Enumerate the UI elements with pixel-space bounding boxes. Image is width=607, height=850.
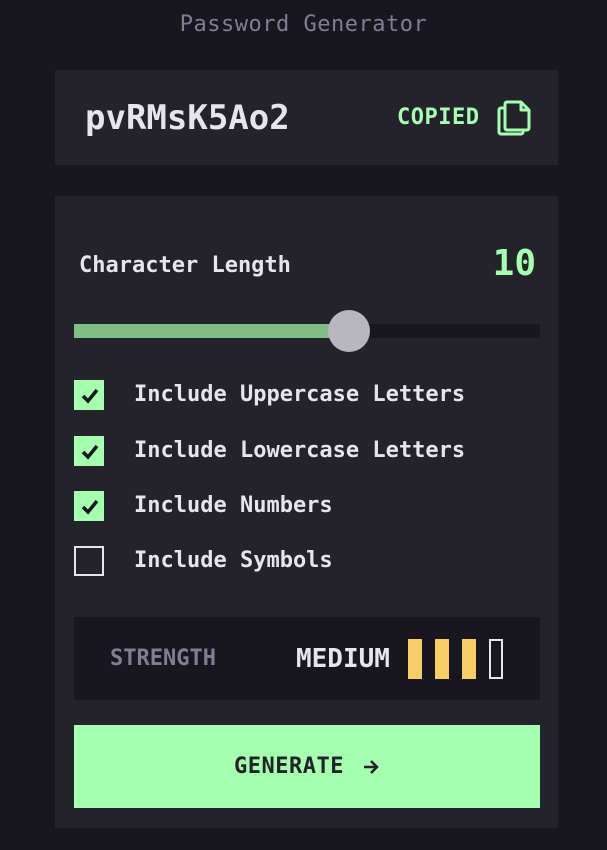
option-numbers[interactable]: Include Numbers bbox=[74, 491, 333, 521]
strength-bar bbox=[435, 639, 449, 679]
check-icon bbox=[81, 499, 99, 515]
strength-bar bbox=[489, 639, 503, 679]
lowercase-checkbox[interactable] bbox=[74, 436, 104, 466]
copied-label: COPIED bbox=[397, 105, 480, 130]
strength-bars bbox=[408, 639, 516, 679]
length-slider-fill bbox=[74, 324, 349, 338]
copy-icon-graphic bbox=[497, 100, 531, 136]
character-length-label: Character Length bbox=[79, 253, 291, 278]
symbols-checkbox[interactable] bbox=[74, 546, 104, 576]
character-length-value: 10 bbox=[492, 243, 536, 284]
strength-value: MEDIUM bbox=[296, 644, 390, 674]
copy-icon[interactable] bbox=[497, 100, 531, 136]
generated-password: pvRMsK5Ao2 bbox=[85, 98, 290, 138]
option-lowercase[interactable]: Include Lowercase Letters bbox=[74, 436, 465, 466]
uppercase-checkbox[interactable] bbox=[74, 380, 104, 410]
page-title: Password Generator bbox=[179, 12, 428, 37]
check-icon bbox=[81, 444, 99, 460]
generator-settings-card: Character Length 10 Include Uppercase Le… bbox=[55, 196, 558, 828]
uppercase-label: Include Uppercase Letters bbox=[134, 382, 466, 407]
strength-bar bbox=[408, 639, 422, 679]
lowercase-label: Include Lowercase Letters bbox=[134, 438, 466, 463]
length-slider-thumb[interactable] bbox=[328, 310, 370, 352]
numbers-label: Include Numbers bbox=[134, 493, 333, 518]
length-slider[interactable] bbox=[74, 310, 540, 352]
arrow-right-icon bbox=[362, 759, 380, 775]
option-symbols[interactable]: Include Symbols bbox=[74, 546, 333, 576]
strength-meter: STRENGTH MEDIUM bbox=[74, 617, 540, 700]
option-uppercase[interactable]: Include Uppercase Letters bbox=[74, 380, 465, 410]
generate-button[interactable]: GENERATE bbox=[74, 725, 540, 808]
check-icon bbox=[81, 388, 99, 404]
symbols-label: Include Symbols bbox=[134, 548, 333, 573]
password-output-panel: pvRMsK5Ao2 COPIED bbox=[55, 70, 558, 165]
strength-label: STRENGTH bbox=[110, 646, 216, 671]
numbers-checkbox[interactable] bbox=[74, 491, 104, 521]
generate-label: GENERATE bbox=[234, 754, 344, 779]
strength-bar bbox=[462, 639, 476, 679]
